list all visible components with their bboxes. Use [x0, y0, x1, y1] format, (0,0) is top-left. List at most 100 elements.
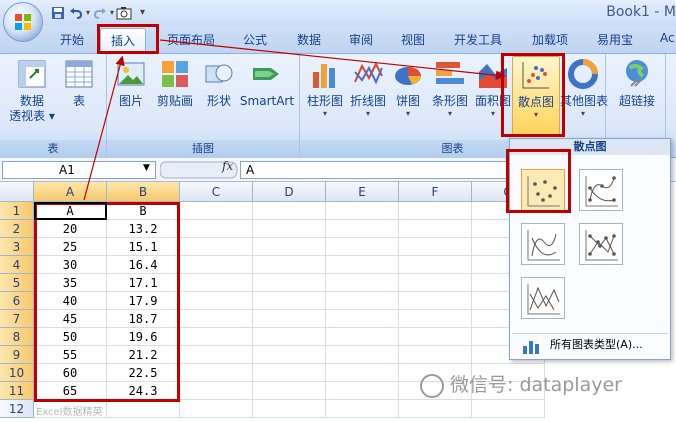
cell[interactable] — [180, 238, 253, 256]
area-chart-button[interactable]: 面积图 ▾ — [472, 58, 514, 119]
tab-easy-tools[interactable]: 易用宝 — [597, 31, 633, 48]
cell[interactable] — [326, 310, 399, 328]
cell[interactable] — [253, 310, 326, 328]
cell[interactable] — [253, 202, 326, 220]
cell[interactable] — [107, 400, 180, 418]
undo-icon[interactable] — [68, 5, 84, 21]
cell[interactable]: 19.6 — [107, 328, 180, 346]
cell[interactable] — [253, 256, 326, 274]
column-header-e[interactable]: E — [326, 182, 399, 202]
office-button[interactable] — [3, 2, 43, 42]
cell[interactable] — [180, 310, 253, 328]
cell[interactable]: 18.7 — [107, 310, 180, 328]
cell[interactable] — [326, 220, 399, 238]
other-charts-button[interactable]: 其他图表 ▾ — [560, 58, 608, 119]
column-header-f[interactable]: F — [399, 182, 472, 202]
tab-review[interactable]: 审阅 — [349, 31, 373, 48]
tab-insert[interactable]: 插入 — [100, 28, 147, 55]
line-chart-button[interactable]: 折线图 ▾ — [347, 58, 389, 119]
cell[interactable]: 40 — [34, 292, 107, 310]
cell[interactable]: 55 — [34, 346, 107, 364]
cell[interactable] — [399, 292, 472, 310]
cell[interactable] — [180, 202, 253, 220]
cell[interactable]: 20 — [34, 220, 107, 238]
cell[interactable]: 65 — [34, 382, 107, 400]
row-header[interactable]: 8 — [0, 328, 34, 346]
row-header[interactable]: 4 — [0, 256, 34, 274]
cell[interactable] — [399, 202, 472, 220]
tab-acrobat[interactable]: Ac — [660, 31, 675, 45]
row-header[interactable]: 2 — [0, 220, 34, 238]
redo-dropdown-icon[interactable]: ▾ — [110, 8, 114, 17]
pie-chart-button[interactable]: 饼图 ▾ — [390, 58, 426, 119]
cell[interactable] — [399, 400, 472, 418]
cell[interactable] — [253, 274, 326, 292]
cell[interactable] — [326, 202, 399, 220]
cell[interactable] — [399, 274, 472, 292]
cell[interactable]: 17.1 — [107, 274, 180, 292]
cell[interactable] — [253, 238, 326, 256]
formula-input[interactable]: A — [240, 161, 510, 179]
cell[interactable] — [326, 256, 399, 274]
cell[interactable] — [180, 256, 253, 274]
save-icon[interactable] — [50, 5, 66, 21]
tab-home[interactable]: 开始 — [60, 31, 84, 48]
hyperlink-button[interactable]: 超链接 — [614, 58, 660, 109]
cell[interactable] — [399, 238, 472, 256]
cell[interactable] — [253, 382, 326, 400]
row-header[interactable]: 10 — [0, 364, 34, 382]
cell[interactable] — [253, 220, 326, 238]
cell[interactable]: 24.3 — [107, 382, 180, 400]
cell[interactable]: 35 — [34, 274, 107, 292]
cell[interactable] — [180, 274, 253, 292]
cell[interactable]: 30 — [34, 256, 107, 274]
cell[interactable] — [399, 328, 472, 346]
row-header[interactable]: 6 — [0, 292, 34, 310]
cell[interactable] — [326, 382, 399, 400]
picture-button[interactable]: 图片 — [113, 58, 149, 109]
cell[interactable]: 15.1 — [107, 238, 180, 256]
tab-formulas[interactable]: 公式 — [243, 31, 267, 48]
cell[interactable]: B — [107, 202, 180, 220]
name-box[interactable]: A1 — [2, 161, 156, 179]
cell[interactable] — [253, 328, 326, 346]
pivot-table-button[interactable]: 数据 透视表 ▾ — [6, 58, 58, 124]
cell[interactable]: 50 — [34, 328, 107, 346]
shapes-button[interactable]: 形状 — [201, 58, 237, 109]
select-all-corner[interactable] — [0, 182, 34, 202]
cell[interactable] — [399, 310, 472, 328]
cell[interactable]: 16.4 — [107, 256, 180, 274]
scatter-subtype-straight-lines-markers[interactable] — [579, 223, 623, 265]
camera-icon[interactable] — [116, 5, 132, 21]
redo-icon[interactable] — [92, 5, 108, 21]
row-header[interactable]: 9 — [0, 346, 34, 364]
bar-chart-button[interactable]: 条形图 ▾ — [428, 58, 472, 119]
cell[interactable] — [180, 292, 253, 310]
cell[interactable] — [180, 220, 253, 238]
row-header[interactable]: 7 — [0, 310, 34, 328]
all-chart-types-button[interactable]: 所有图表类型(A)... — [512, 333, 668, 357]
cell[interactable] — [326, 274, 399, 292]
cell[interactable] — [180, 382, 253, 400]
column-header-c[interactable]: C — [180, 182, 253, 202]
insert-function-icon[interactable]: fx — [222, 159, 233, 173]
cell[interactable]: 60 — [34, 364, 107, 382]
cell[interactable]: 25 — [34, 238, 107, 256]
cell[interactable]: 13.2 — [107, 220, 180, 238]
row-header[interactable]: 3 — [0, 238, 34, 256]
cell[interactable] — [326, 364, 399, 382]
cell[interactable] — [399, 346, 472, 364]
tab-page-layout[interactable]: 页面布局 — [167, 31, 215, 48]
clipart-button[interactable]: 剪贴画 — [151, 58, 199, 109]
cell[interactable] — [180, 364, 253, 382]
scatter-subtype-straight-lines[interactable] — [521, 277, 565, 319]
scatter-subtype-markers-only[interactable] — [521, 169, 565, 211]
column-header-b[interactable]: B — [107, 182, 180, 202]
cell[interactable] — [180, 328, 253, 346]
cell[interactable]: 22.5 — [107, 364, 180, 382]
cell[interactable] — [253, 346, 326, 364]
cell[interactable]: A — [34, 202, 107, 220]
cell[interactable] — [472, 400, 545, 418]
cell[interactable] — [253, 364, 326, 382]
smartart-button[interactable]: SmartArt — [237, 58, 297, 109]
